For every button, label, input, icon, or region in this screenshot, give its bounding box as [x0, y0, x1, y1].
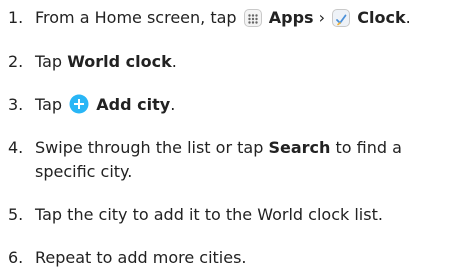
search-label: Search: [268, 138, 331, 157]
clock-label: Clock: [357, 8, 406, 27]
step-text: Repeat to add more cities.: [35, 248, 247, 267]
step-number: 3.: [8, 95, 24, 114]
add-icon: [69, 94, 89, 114]
apps-label: Apps: [268, 8, 314, 27]
add-city-label: Add city: [96, 95, 171, 114]
step-number: 5.: [8, 205, 24, 224]
step-number: 2.: [8, 52, 24, 71]
clock-icon: [332, 9, 351, 27]
step-text: Tap World clock.: [35, 52, 177, 71]
step-text: Tap the city to add it to the World cloc…: [35, 205, 383, 224]
separator: ›: [318, 8, 326, 27]
step-text-continued: specific city.: [35, 162, 133, 181]
step-text: From a Home screen, tap Apps › Clock.: [35, 8, 411, 27]
step-text: Swipe through the list or tap Search to …: [35, 138, 402, 157]
step-text: Tap Add city.: [35, 94, 176, 114]
step-number: 1.: [8, 8, 24, 27]
instruction-list: 1. From a Home screen, tap Apps › Clock.…: [0, 0, 476, 278]
world-clock-label: World clock: [67, 52, 172, 71]
apps-icon: [243, 9, 262, 27]
step-number: 6.: [8, 248, 24, 267]
step-number: 4.: [8, 138, 24, 157]
